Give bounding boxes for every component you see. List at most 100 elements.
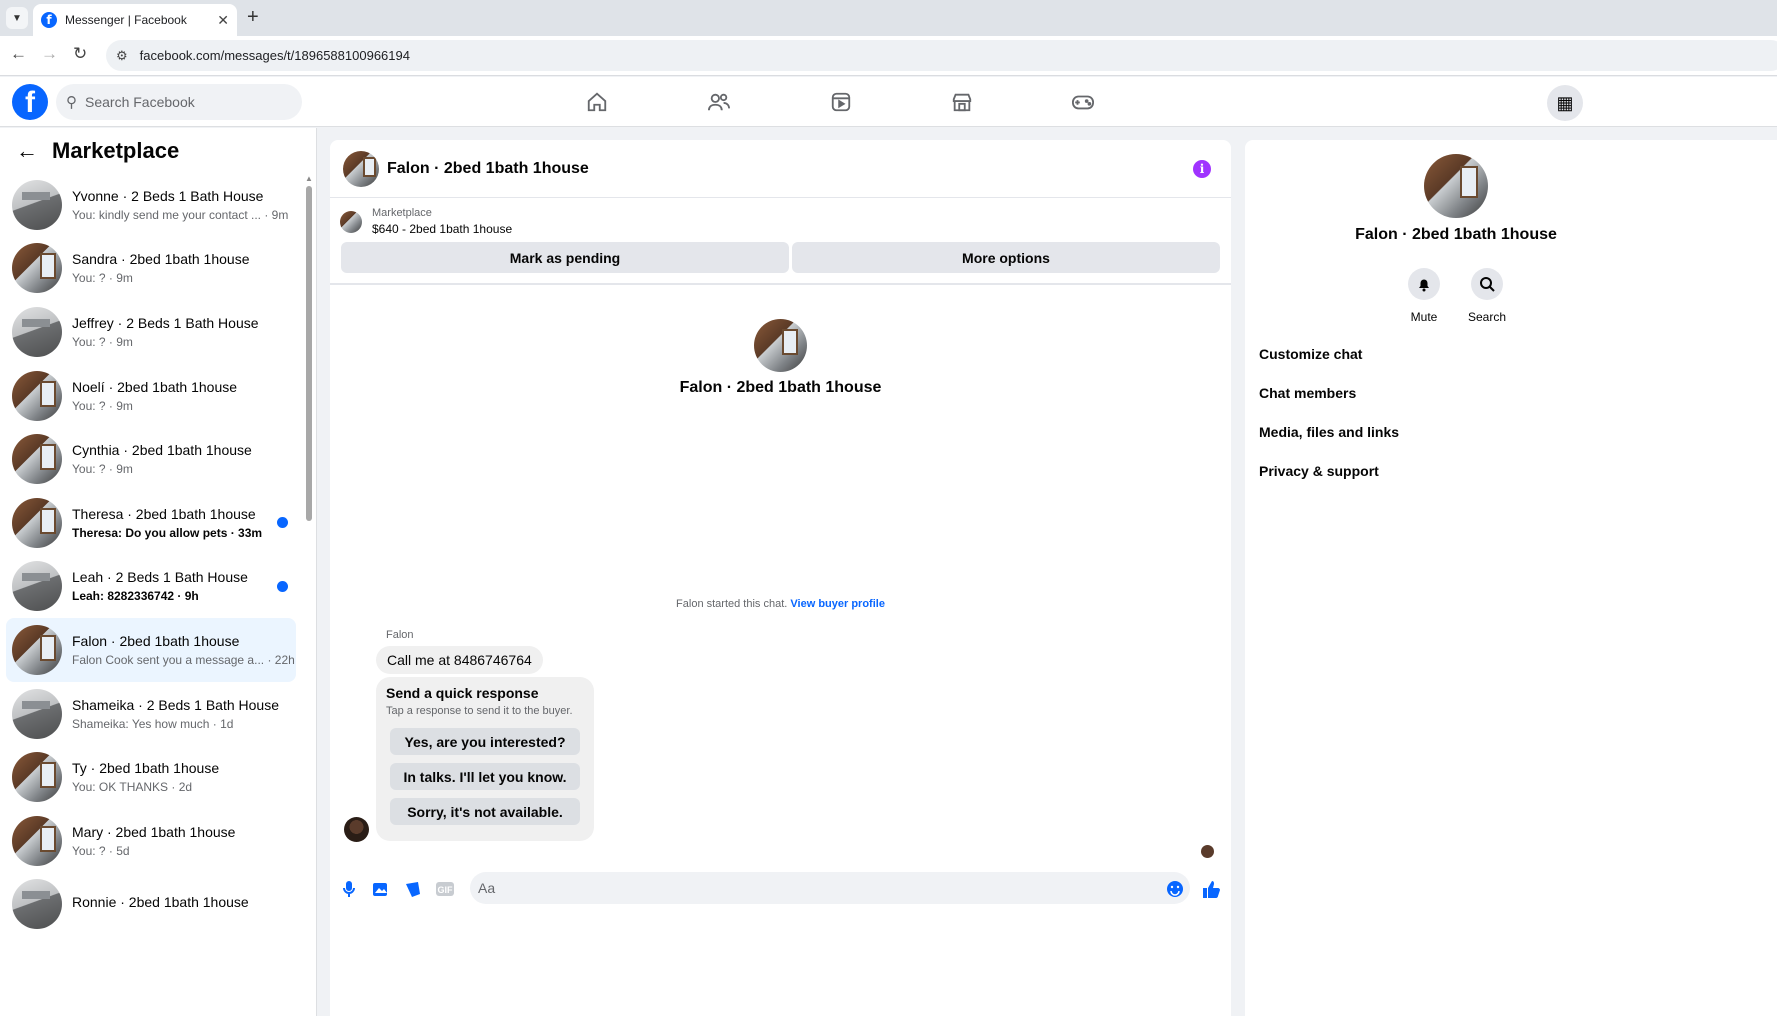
conversation-snippet: You: ? · 9m (72, 271, 133, 286)
listing-thumbnail (340, 210, 362, 233)
chat-panel: Falon · 2bed 1bath 1house i Marketplace … (330, 140, 1231, 1016)
marketplace-label: Marketplace (372, 207, 432, 219)
conversation-text: Ronnie · 2bed 1bath 1house (72, 894, 296, 914)
emoji-icon[interactable] (1164, 878, 1186, 900)
gif-icon[interactable]: GIF (434, 878, 456, 900)
chat-title[interactable]: Falon · 2bed 1bath 1house (387, 160, 589, 178)
conversation-text: Ty · 2bed 1bath 1house You: OK THANKS · 2… (72, 760, 296, 794)
conversation-avatar (12, 243, 62, 294)
marketplace-icon[interactable] (949, 89, 975, 115)
back-arrow-icon[interactable]: ← (10, 44, 27, 64)
conversation-text: Cynthia · 2bed 1bath 1house You: ? · 9m (72, 442, 296, 476)
conversation-item[interactable]: Sandra · 2bed 1bath 1house You: ? · 9m (6, 237, 296, 301)
conversation-snippet: Falon Cook sent you a message a... · 22h (72, 652, 295, 667)
tab-search-chevron-icon[interactable]: ▼ (6, 7, 28, 29)
chat-header-avatar[interactable] (343, 150, 379, 187)
conversation-snippet: Leah: 8282336742 · 9h (72, 589, 199, 604)
conversation-item[interactable]: Leah · 2 Beds 1 Bath House Leah: 82823367… (6, 555, 296, 619)
conversation-name: Mary · 2bed 1bath 1house (72, 823, 236, 840)
chat-hero-avatar[interactable] (754, 319, 807, 372)
facebook-logo-icon[interactable]: f (12, 84, 48, 120)
conversation-text: Shameika · 2 Beds 1 Bath House Shameika: … (72, 697, 296, 731)
scroll-up-icon[interactable]: ▲ (305, 174, 313, 183)
video-icon[interactable] (828, 89, 854, 115)
details-name: Falon · 2bed 1bath 1house (1355, 226, 1557, 243)
privacy-support-item[interactable]: Privacy & support (1259, 463, 1379, 479)
message-input[interactable]: Aa (470, 872, 1190, 904)
search-button[interactable]: Search (1457, 268, 1517, 324)
conversation-text: Yvonne · 2 Beds 1 Bath House You: kindly … (72, 188, 296, 222)
conversation-avatar (12, 624, 62, 675)
conversation-avatar (12, 879, 62, 930)
url-field[interactable]: ⚙ facebook.com/messages/t/18965881009661… (106, 40, 1777, 71)
back-arrow-icon[interactable]: ← (16, 138, 38, 164)
menu-grid-icon[interactable]: ▦ (1547, 85, 1583, 121)
conversation-item[interactable]: Ty · 2bed 1bath 1house You: OK THANKS · 2… (6, 745, 296, 809)
divider (330, 283, 1231, 285)
microphone-icon[interactable] (338, 878, 360, 900)
conversation-avatar (12, 815, 62, 866)
conversation-item[interactable]: Shameika · 2 Beds 1 Bath House Shameika: … (6, 682, 296, 746)
search-icon (1471, 268, 1503, 300)
started-text: Falon started this chat. (676, 598, 788, 610)
sidebar-scrollbar[interactable]: ▲ (305, 174, 313, 1016)
sticker-icon[interactable] (402, 878, 424, 900)
conversation-item[interactable]: Noelí · 2bed 1bath 1house You: ? · 9m (6, 364, 296, 428)
chat-started-note: Falon started this chat. View buyer prof… (330, 598, 1231, 610)
message-bubble[interactable]: Call me at 8486746764 (376, 646, 543, 674)
conversation-item[interactable]: Ronnie · 2bed 1bath 1house (6, 873, 296, 937)
like-thumb-icon[interactable] (1200, 878, 1222, 900)
home-icon[interactable] (584, 89, 610, 115)
close-tab-icon[interactable]: ✕ (217, 12, 229, 29)
conversation-avatar (12, 688, 62, 739)
conversation-item[interactable]: Theresa · 2bed 1bath 1house Theresa: Do y… (6, 491, 296, 555)
site-settings-icon[interactable]: ⚙ (116, 48, 128, 64)
info-icon[interactable]: i (1193, 160, 1211, 178)
conversation-name: Noelí · 2bed 1bath 1house (72, 378, 238, 395)
chat-members-item[interactable]: Chat members (1259, 385, 1356, 401)
sender-name: Falon (386, 629, 414, 641)
reload-icon[interactable]: ↻ (73, 44, 87, 64)
conversation-item[interactable]: Mary · 2bed 1bath 1house You: ? · 5d (6, 809, 296, 873)
sender-avatar[interactable] (344, 817, 369, 842)
chat-details-panel: Falon · 2bed 1bath 1house Mute Search Cu… (1245, 140, 1777, 1016)
mute-button[interactable]: Mute (1394, 268, 1454, 324)
chat-header: Falon · 2bed 1bath 1house i (330, 140, 1231, 198)
conversation-snippet: Shameika: Yes how much · 1d (72, 716, 234, 731)
quick-reply-button[interactable]: Yes, are you interested? (390, 728, 580, 755)
conversation-item[interactable]: Jeffrey · 2 Beds 1 Bath House You: ? · 9m (6, 300, 296, 364)
marketplace-sidebar: ← Marketplace Yvonne · 2 Beds 1 Bath Hou… (0, 128, 317, 1016)
mark-pending-button[interactable]: Mark as pending (341, 242, 789, 273)
listing-row[interactable]: Marketplace $640 - 2bed 1bath 1house (340, 207, 512, 236)
conversation-name: Ronnie · 2bed 1bath 1house (72, 894, 249, 911)
quick-response-subtitle: Tap a response to send it to the buyer. (386, 705, 573, 717)
scroll-thumb[interactable] (306, 186, 312, 521)
view-buyer-profile-link[interactable]: View buyer profile (790, 598, 885, 610)
quick-reply-button[interactable]: In talks. I'll let you know. (390, 763, 580, 790)
conversation-text: Jeffrey · 2 Beds 1 Bath House You: ? · 9m (72, 315, 296, 349)
conversation-text: Falon · 2bed 1bath 1house Falon Cook sent… (72, 633, 296, 667)
conversation-snippet: You: OK THANKS · 2d (72, 780, 193, 795)
search-label: Search (1467, 310, 1507, 324)
conversation-avatar (12, 306, 62, 357)
browser-tab[interactable]: f Messenger | Facebook ✕ (33, 4, 237, 36)
quick-response-title: Send a quick response (386, 685, 539, 701)
conversation-snippet: You: ? · 9m (72, 334, 133, 349)
svg-text:GIF: GIF (438, 885, 454, 895)
photo-icon[interactable] (370, 878, 392, 900)
friends-icon[interactable] (706, 89, 732, 115)
customize-chat-item[interactable]: Customize chat (1259, 346, 1362, 362)
conversation-item[interactable]: Cynthia · 2bed 1bath 1house You: ? · 9m (6, 427, 296, 491)
facebook-header: f ⚲ Search Facebook ▦ (0, 77, 1777, 127)
media-files-links-item[interactable]: Media, files and links (1259, 424, 1399, 440)
conversation-item[interactable]: Yvonne · 2 Beds 1 Bath House You: kindly … (6, 173, 296, 237)
facebook-search-input[interactable]: ⚲ Search Facebook (56, 84, 302, 120)
gaming-icon[interactable] (1070, 89, 1096, 115)
new-tab-icon[interactable]: + (247, 6, 259, 29)
forward-arrow-icon[interactable]: → (41, 44, 58, 64)
details-avatar[interactable] (1424, 154, 1488, 218)
quick-reply-button[interactable]: Sorry, it's not available. (390, 798, 580, 825)
more-options-button[interactable]: More options (792, 242, 1220, 273)
conversation-item[interactable]: Falon · 2bed 1bath 1house Falon Cook sent… (6, 618, 296, 682)
unread-dot-icon (277, 516, 288, 528)
